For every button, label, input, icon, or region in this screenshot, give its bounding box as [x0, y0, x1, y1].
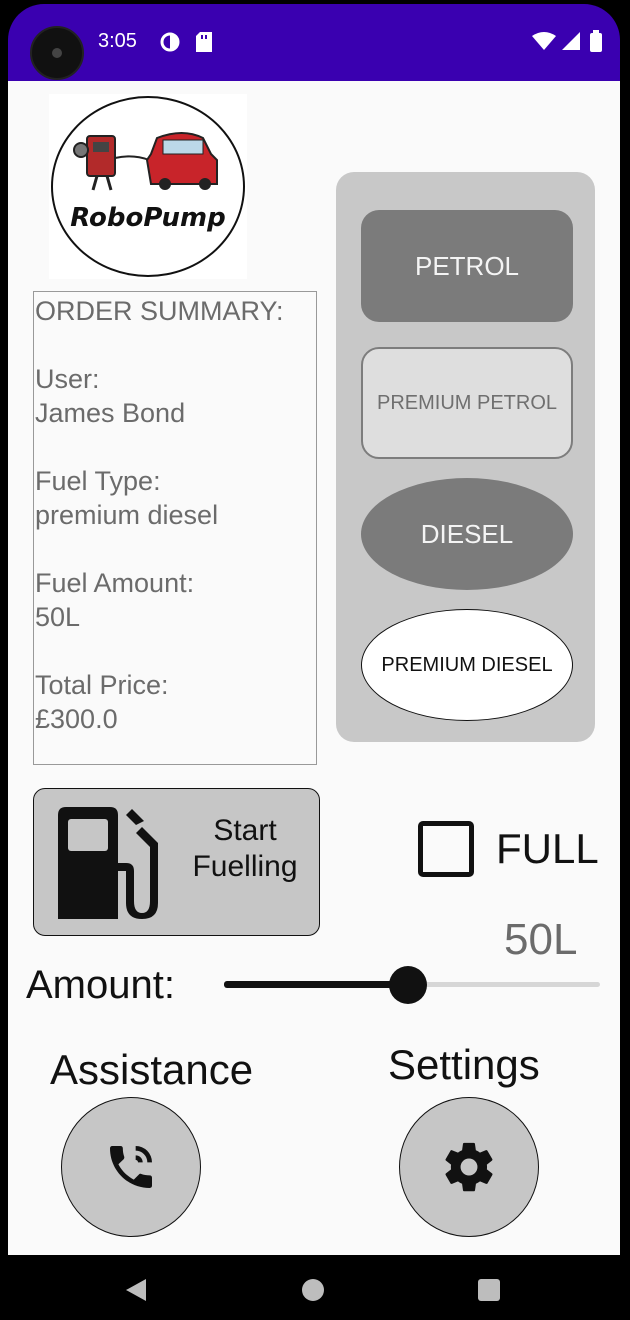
phone-call-icon — [110, 1146, 152, 1188]
recent-apps-icon[interactable] — [478, 1279, 500, 1301]
amount-value: 50L — [504, 915, 578, 964]
start-fuelling-button[interactable]: Start Fuelling — [33, 788, 320, 936]
gear-icon — [445, 1142, 493, 1192]
logo-illustration: RoboPump — [70, 132, 226, 233]
premium-diesel-button[interactable]: PREMIUM DIESEL — [361, 609, 573, 721]
status-bar: 3:05 — [8, 4, 620, 81]
user-label: User: — [35, 364, 100, 394]
premium-petrol-button[interactable]: PREMIUM PETROL — [361, 347, 573, 459]
order-summary-panel: ORDER SUMMARY: User: James Bond Fuel Typ… — [33, 291, 317, 765]
assistance-label: Assistance — [50, 1046, 254, 1093]
sd-card-icon — [196, 32, 212, 52]
svg-text:RoboPump: RoboPump — [70, 203, 225, 233]
signal-icon — [562, 32, 580, 50]
back-icon[interactable] — [124, 1277, 148, 1303]
total-price-label: Total Price: — [35, 670, 169, 700]
data-saver-icon — [160, 32, 180, 52]
fuel-type-label: Fuel Type: — [35, 466, 161, 496]
settings-label: Settings — [388, 1041, 540, 1088]
app-screen: RoboPump ORDER SUMMARY: User: James Bond… — [8, 81, 620, 1255]
fuel-type-panel: PETROL PREMIUM PETROL DIESEL PREMIUM DIE… — [336, 172, 595, 742]
phone-frame: 3:05 RoboPump ORDER SUMMARY: User: James… — [8, 4, 620, 1320]
assistance-button[interactable] — [61, 1097, 201, 1237]
slider-fill — [224, 981, 409, 988]
start-label-line2: Fuelling — [192, 850, 298, 883]
battery-icon — [590, 33, 602, 52]
full-checkbox-label[interactable]: FULL — [496, 825, 599, 873]
petrol-button[interactable]: PETROL — [361, 210, 573, 322]
slider-thumb[interactable] — [389, 966, 428, 1004]
start-label-line1: Start — [213, 814, 277, 847]
home-icon[interactable] — [302, 1279, 324, 1301]
system-status-icons — [532, 30, 602, 52]
fuel-type-value: premium diesel — [35, 500, 219, 530]
diesel-button[interactable]: DIESEL — [361, 478, 573, 590]
user-value: James Bond — [35, 398, 186, 428]
fuel-amount-value: 50L — [35, 602, 81, 632]
fuel-pump-icon — [58, 807, 158, 919]
front-camera — [30, 26, 84, 80]
total-price-value: £300.0 — [35, 704, 118, 734]
status-time: 3:05 — [98, 30, 137, 52]
fuel-amount-label: Fuel Amount: — [35, 568, 195, 598]
robopump-logo: RoboPump — [49, 94, 247, 279]
amount-slider[interactable] — [224, 964, 600, 1004]
full-checkbox[interactable] — [418, 821, 474, 877]
order-summary-heading: ORDER SUMMARY: — [35, 296, 284, 326]
amount-label: Amount: — [26, 963, 175, 1007]
navigation-bar — [8, 1255, 620, 1320]
settings-button[interactable] — [399, 1097, 539, 1237]
wifi-icon — [532, 32, 556, 50]
